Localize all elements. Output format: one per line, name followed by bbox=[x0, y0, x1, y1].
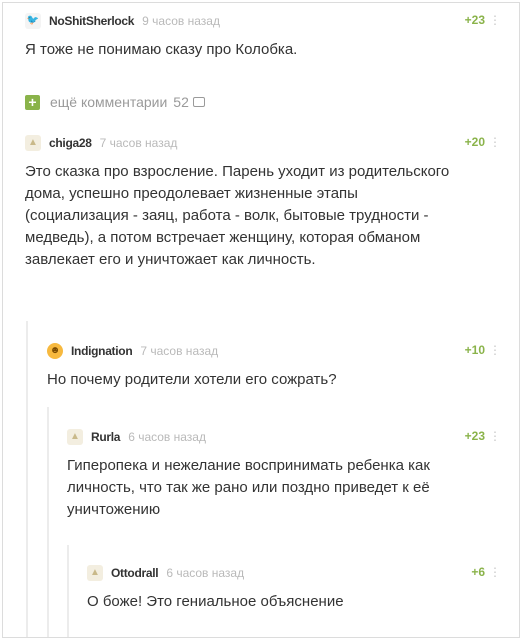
comment-text: Но почему родители хотели его сожрать? bbox=[47, 371, 337, 388]
more-options-icon[interactable]: ⋮ bbox=[489, 13, 501, 27]
thread-line bbox=[67, 545, 69, 637]
plus-icon[interactable]: + bbox=[25, 94, 40, 110]
author-name[interactable]: NoShitSherlock bbox=[49, 14, 134, 28]
comment-thread: 🐦 NoShitSherlock 9 часов назад +23 ⋮ Я т… bbox=[2, 2, 520, 638]
more-options-icon[interactable]: ⋮ bbox=[489, 343, 501, 357]
comment-rating: +20 bbox=[464, 135, 485, 149]
thread-line bbox=[47, 407, 49, 637]
more-options-icon[interactable]: ⋮ bbox=[489, 135, 501, 149]
comment-header: ▲ Ottodrall 6 часов назад +6 ⋮ bbox=[87, 563, 501, 583]
comment-rurla: ▲ Rurla 6 часов назад +23 ⋮ Гиперопека и… bbox=[67, 427, 501, 521]
comment-header: ▲ Rurla 6 часов назад +23 ⋮ bbox=[67, 427, 501, 447]
more-comments-count: 52 bbox=[173, 94, 189, 110]
comment-text: Я тоже не понимаю сказу про Колобка. bbox=[25, 41, 298, 58]
more-comments-button[interactable]: + ещё комментарии 52 bbox=[25, 93, 205, 111]
avatar-icon[interactable]: ☻ bbox=[47, 343, 63, 359]
comment-time: 7 часов назад bbox=[140, 344, 219, 358]
comment-chiga28: ▲ chiga28 7 часов назад +20 ⋮ Это сказка… bbox=[25, 133, 501, 271]
avatar-icon[interactable]: 🐦 bbox=[25, 13, 41, 29]
comment-time: 6 часов назад bbox=[128, 430, 206, 444]
comment-header: 🐦 NoShitSherlock 9 часов назад +23 ⋮ bbox=[25, 11, 501, 31]
comment-rating: +10 bbox=[464, 343, 485, 357]
comment-rating: +23 bbox=[464, 13, 485, 27]
comment-text: Гиперопека и нежелание воспринимать ребе… bbox=[67, 457, 430, 518]
comment-rating: +23 bbox=[464, 429, 485, 443]
avatar-icon[interactable]: ▲ bbox=[25, 135, 41, 151]
comment-text: Это сказка про взросление. Парень уходит… bbox=[25, 163, 450, 268]
comment-header: ▲ chiga28 7 часов назад +20 ⋮ bbox=[25, 133, 501, 153]
more-comments-label[interactable]: ещё комментарии bbox=[50, 94, 167, 110]
comment-rating: +6 bbox=[471, 565, 485, 579]
comment-time: 6 часов назад bbox=[166, 566, 245, 580]
comment-indignation: ☻ Indignation 7 часов назад +10 ⋮ Но поч… bbox=[47, 341, 501, 391]
comment-time: 7 часов назад bbox=[99, 136, 178, 150]
thread-line bbox=[26, 321, 28, 637]
comment-header: ☻ Indignation 7 часов назад +10 ⋮ bbox=[47, 341, 501, 361]
author-name[interactable]: Rurla bbox=[91, 430, 120, 444]
author-name[interactable]: Indignation bbox=[71, 344, 133, 358]
avatar-icon[interactable]: ▲ bbox=[67, 429, 83, 445]
avatar-icon[interactable]: ▲ bbox=[87, 565, 103, 581]
author-name[interactable]: chiga28 bbox=[49, 136, 92, 150]
more-options-icon[interactable]: ⋮ bbox=[489, 565, 501, 579]
author-name[interactable]: Ottodrall bbox=[111, 566, 159, 580]
comment-ottodrall: ▲ Ottodrall 6 часов назад +6 ⋮ О боже! Э… bbox=[87, 563, 501, 613]
more-options-icon[interactable]: ⋮ bbox=[489, 429, 501, 443]
comment-bubble-icon bbox=[192, 97, 205, 107]
comment-time: 9 часов назад bbox=[142, 14, 220, 28]
comment-text: О боже! Это гениальное объяснение bbox=[87, 593, 344, 610]
comment-noshitsherlock: 🐦 NoShitSherlock 9 часов назад +23 ⋮ Я т… bbox=[25, 11, 501, 61]
